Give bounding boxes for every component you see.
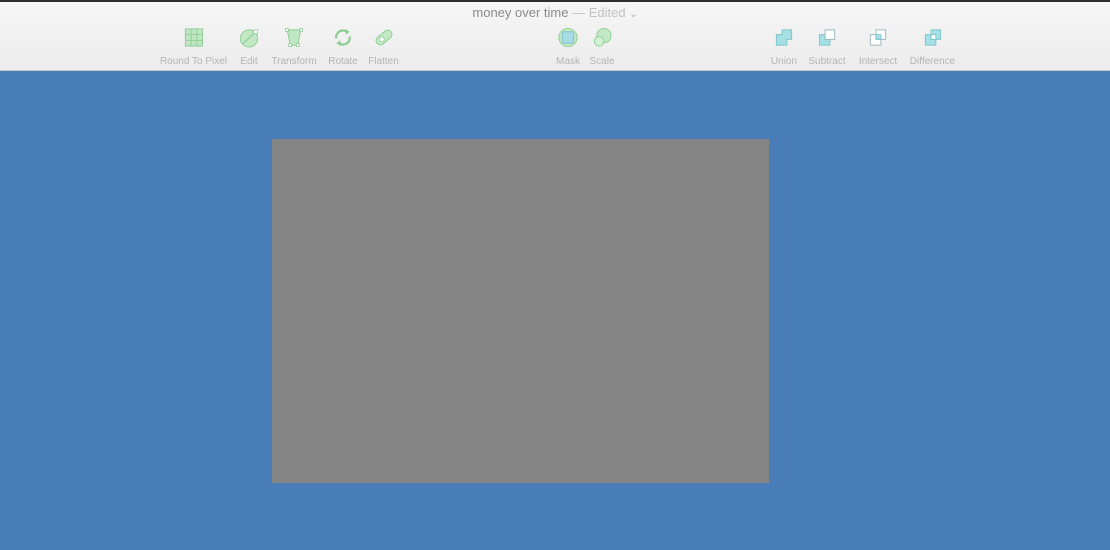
title-separator: — (568, 5, 589, 20)
scale-label: Scale (589, 56, 615, 67)
artboard[interactable] (272, 139, 769, 483)
transform-button[interactable]: Transform (269, 27, 319, 67)
difference-icon (924, 29, 941, 46)
mask-label: Mask (556, 56, 580, 67)
difference-button[interactable]: Difference (907, 27, 958, 67)
toolbar: money over time — Edited ⌄ Round To Pixe… (0, 2, 1110, 71)
chevron-down-icon[interactable]: ⌄ (629, 9, 637, 20)
window-title[interactable]: money over time — Edited ⌄ (0, 5, 1110, 20)
subtract-label: Subtract (808, 56, 846, 67)
flatten-icon (375, 29, 392, 46)
intersect-label: Intersect (858, 56, 898, 67)
intersect-button[interactable]: Intersect (855, 27, 901, 67)
round-to-pixel-button[interactable]: Round To Pixel (158, 27, 229, 67)
rotate-button[interactable]: Rotate (326, 27, 360, 67)
mask-icon (558, 27, 578, 48)
transform-label: Transform (271, 56, 317, 67)
document-name: money over time (472, 5, 569, 20)
union-icon (775, 29, 793, 46)
subtract-button[interactable]: Subtract (805, 27, 849, 67)
scale-button[interactable]: Scale (588, 27, 616, 67)
rotate-label: Rotate (328, 56, 358, 67)
union-label: Union (770, 56, 798, 67)
intersect-icon (869, 29, 887, 46)
scale-icon (593, 27, 612, 47)
edit-icon (239, 29, 259, 48)
subtract-icon (818, 29, 836, 46)
round-to-pixel-icon (184, 28, 203, 47)
transform-icon (285, 28, 303, 47)
rotate-icon (335, 28, 351, 47)
flatten-button[interactable]: Flatten (366, 27, 401, 67)
edit-button[interactable]: Edit (237, 27, 261, 67)
mask-button[interactable]: Mask (554, 27, 582, 67)
edit-label: Edit (240, 56, 258, 67)
round-to-pixel-label: Round To Pixel (159, 56, 228, 67)
union-button[interactable]: Union (769, 27, 799, 67)
canvas-area[interactable] (0, 71, 1110, 550)
difference-label: Difference (909, 56, 956, 67)
flatten-label: Flatten (368, 56, 399, 67)
app-window: money over time — Edited ⌄ Round To Pixe… (0, 0, 1110, 550)
edited-status: Edited (588, 5, 626, 20)
